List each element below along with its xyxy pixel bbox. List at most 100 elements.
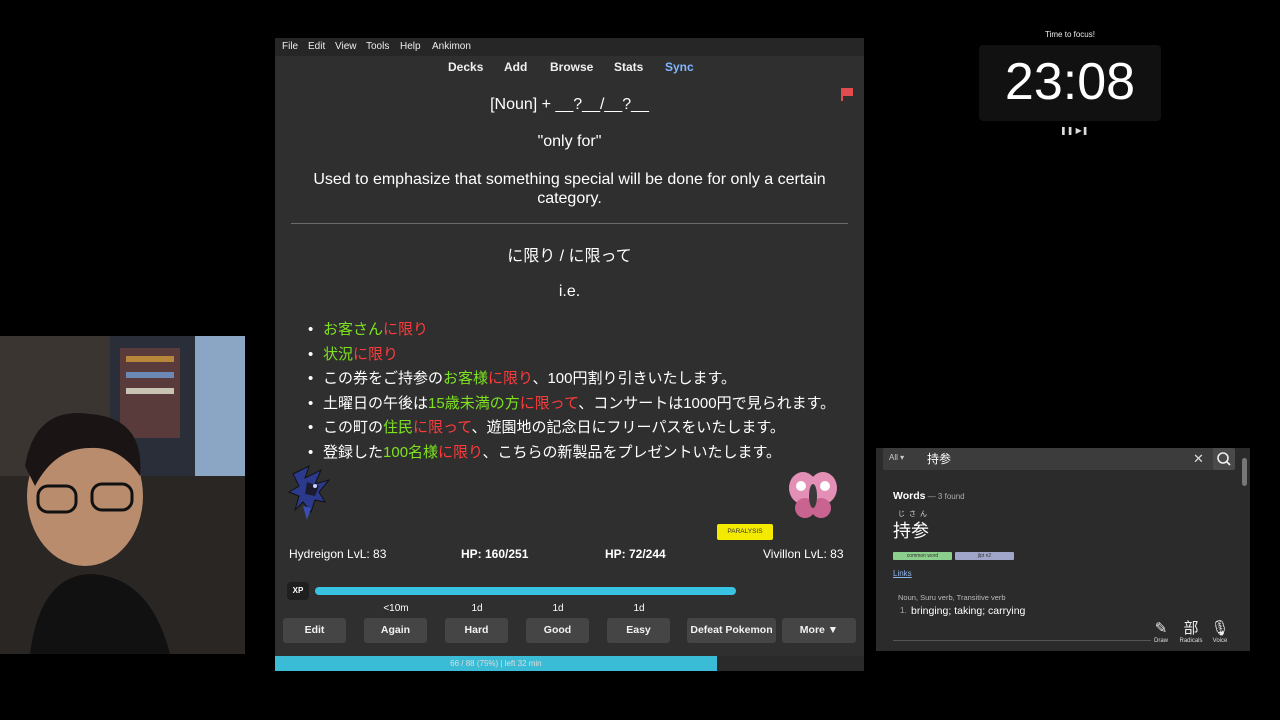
hard-button[interactable]: Hard [445, 618, 508, 643]
menu-tools[interactable]: Tools [366, 41, 389, 52]
timer-display: 23:08 [1004, 53, 1136, 111]
card-divider [291, 223, 848, 224]
example-segment: 土曜日の午後は [323, 394, 429, 412]
menu-bar: File Edit View Tools Help Ankimon [275, 38, 864, 56]
example-segment: 登録した [323, 443, 384, 461]
menu-edit[interactable]: Edit [308, 41, 325, 52]
more-button[interactable]: More ▼ [782, 618, 856, 643]
example-sentence: お客さんに限り [305, 318, 855, 343]
search-scope-select[interactable]: All ▾ [889, 453, 904, 462]
add-link[interactable]: Add [504, 60, 527, 74]
timer-title: Time to focus! [1045, 30, 1095, 39]
stats-link[interactable]: Stats [614, 60, 643, 74]
defeat-pokemon-button[interactable]: Defeat Pokemon [687, 618, 776, 643]
links-link[interactable]: Links [893, 569, 912, 578]
pencil-icon: ✎ [1154, 620, 1168, 637]
decks-link[interactable]: Decks [448, 60, 483, 74]
hydreigon-sprite [287, 465, 331, 520]
xp-bar [315, 587, 740, 595]
example-sentence: この町の住民に限って、遊園地の記念日にフリーパスをいたします。 [305, 416, 855, 441]
webcam-feed [0, 336, 245, 654]
words-title: Words [893, 490, 926, 502]
timer-controls-icon[interactable]: ❚❚ ▶❚ [1060, 126, 1088, 135]
draw-tool[interactable]: ✎ Draw [1148, 620, 1174, 644]
example-segment: に限り [383, 321, 429, 338]
enemy-pokemon-level: Vivillon LvL: 83 [763, 547, 844, 561]
focus-timer: 23:08 [979, 45, 1161, 121]
good-button[interactable]: Good [526, 618, 589, 643]
grammar-description: Used to emphasize that something special… [313, 171, 826, 207]
example-segment: 、100円割り引きいたします。 [532, 370, 736, 387]
example-segment: に限り [438, 443, 483, 461]
grammar-pattern: [Noun] + __?__/__?__ [490, 96, 649, 113]
edit-button[interactable]: Edit [283, 618, 346, 643]
vivillon-sprite [789, 472, 837, 518]
example-segment: この券をご持参の [323, 370, 444, 387]
menu-help[interactable]: Help [400, 41, 421, 52]
clear-icon[interactable]: ✕ [1193, 451, 1204, 467]
example-segment: この町の [323, 419, 384, 436]
xp-bar-fill [315, 587, 736, 595]
example-sentence: 状況に限り [305, 343, 855, 368]
anki-window: File Edit View Tools Help Ankimon Decks … [275, 38, 864, 671]
menu-ankimon[interactable]: Ankimon [432, 41, 471, 52]
voice-tool[interactable]: 🎙 Voice [1207, 620, 1233, 644]
example-segment: 、遊園地の記念日にフリーパスをいたします。 [471, 419, 785, 436]
dictionary-search-input[interactable]: 持参 [927, 450, 951, 467]
again-interval: <10m [383, 603, 409, 614]
example-segment: に限り [488, 370, 533, 387]
menu-view[interactable]: View [335, 41, 357, 52]
entry-divider [893, 640, 1151, 641]
microphone-icon: 🎙 [1210, 620, 1230, 637]
review-progress-bar: 66 / 88 (75%) | left 32 min [275, 656, 864, 671]
easy-button[interactable]: Easy [607, 618, 670, 643]
enemy-hp: HP: 72/244 [605, 547, 666, 561]
status-badge: PARALYSIS [717, 524, 773, 540]
radical-icon: 部 [1183, 620, 1199, 637]
browse-link[interactable]: Browse [550, 60, 593, 74]
words-count: — 3 found [925, 492, 965, 501]
example-segment: に限って [519, 394, 579, 412]
hard-interval: 1d [471, 603, 483, 614]
again-button[interactable]: Again [364, 618, 427, 643]
dictionary-scrollbar[interactable] [1242, 458, 1247, 486]
main-toolbar: Decks Add Browse Stats Sync [275, 56, 864, 80]
player-hp: HP: 160/251 [461, 547, 529, 561]
example-segment: お客様 [443, 370, 489, 387]
example-segment: 100名様 [383, 443, 439, 461]
part-of-speech: Noun, Suru verb, Transitive verb [898, 593, 1006, 602]
example-segment: 15歳未満の方 [428, 394, 520, 412]
dictionary-search-bar: All ▾ 持参 ✕ [883, 448, 1235, 470]
voice-label: Voice [1212, 638, 1228, 644]
example-segment: に限って [413, 419, 472, 436]
ie-label: i.e. [558, 283, 581, 300]
example-segment: 、コンサートは1000円で見られます。 [578, 394, 836, 412]
example-segment: 住民 [383, 419, 414, 436]
xp-label: XP [287, 582, 309, 600]
jlpt-tag: jlpt n2 [955, 552, 1014, 560]
sync-link[interactable]: Sync [665, 60, 694, 74]
grammar-meaning: "only for" [537, 133, 602, 150]
draw-label: Draw [1153, 638, 1168, 644]
example-segment: お客さん [323, 321, 384, 338]
search-icon[interactable] [1213, 448, 1235, 470]
good-interval: 1d [552, 603, 564, 614]
menu-file[interactable]: File [282, 41, 298, 52]
radicals-label: Radicals [1179, 638, 1203, 644]
example-segment: 状況 [323, 345, 354, 363]
easy-interval: 1d [633, 603, 645, 614]
dictionary-word: 持参 [893, 521, 929, 541]
example-segment: に限り [353, 345, 399, 363]
words-heading: Words — 3 found [893, 490, 965, 502]
common-word-tag: common word [893, 552, 952, 560]
example-sentence: 土曜日の午後は15歳未満の方に限って、コンサートは1000円で見られます。 [305, 392, 855, 417]
example-segment: 、こちらの新製品をプレゼントいたします。 [482, 443, 781, 461]
example-sentence: この券をご持参のお客様に限り、100円割り引きいたします。 [305, 367, 855, 392]
radicals-tool[interactable]: 部 Radicals [1178, 620, 1204, 644]
player-pokemon-level: Hydreigon LvL: 83 [289, 547, 387, 561]
example-sentence: 登録した100名様に限り、こちらの新製品をプレゼントいたします。 [305, 441, 855, 466]
example-list: お客さんに限り状況に限りこの券をご持参のお客様に限り、100円割り引きいたします… [305, 318, 855, 465]
sense-number: 1. [900, 606, 907, 615]
review-progress-text: 66 / 88 (75%) | left 32 min [450, 659, 542, 668]
dictionary-panel: All ▾ 持参 ✕ Words — 3 found じさん 持参 common… [876, 448, 1250, 651]
